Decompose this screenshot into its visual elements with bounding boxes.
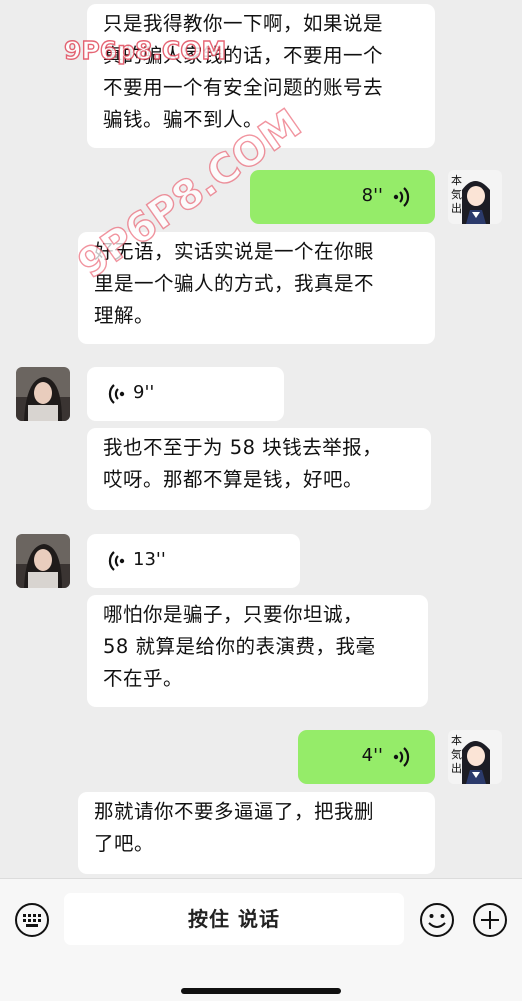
plus-icon[interactable] [472,902,508,938]
voice-duration: 13'' [133,549,166,570]
voice-wave-icon [108,551,125,571]
message-received-5[interactable]: 那就请你不要多逼逼了，把我删 了吧。 [78,792,435,874]
svg-text:出: 出 [451,201,462,215]
avatar-contact[interactable] [16,534,70,588]
avatar-contact[interactable] [16,367,70,421]
message-received-2[interactable]: 好无语，实话实说是一个在你眼 里是一个骗人的方式，我真是不 理解。 [78,232,435,344]
voice-message-received-2[interactable]: 13'' [87,534,300,588]
avatar-self[interactable]: 本 気 出 [448,170,502,224]
chat-input-bar: 按住 说话 [0,878,522,1001]
svg-text:気: 気 [451,187,462,201]
hold-to-talk-button[interactable]: 按住 说话 [64,893,404,945]
voice-message-sent-2[interactable]: 4'' [298,730,435,784]
keyboard-icon[interactable] [14,902,50,938]
svg-text:出: 出 [451,761,462,775]
voice-message-received-1[interactable]: 9'' [87,367,284,421]
home-indicator [181,988,341,994]
svg-text:気: 気 [451,747,462,761]
voice-message-sent-1[interactable]: 8'' [250,170,435,224]
svg-text:本: 本 [451,733,462,747]
voice-duration: 8'' [361,185,383,206]
voice-wave-icon [108,384,125,404]
message-received-1[interactable]: 只是我得教你一下啊，如果说是 真的骗人家钱的话，不要用一个 不要用一个有安全问题… [87,4,435,148]
message-received-3[interactable]: 我也不至于为 58 块钱去举报， 哎呀。那都不算是钱，好吧。 [87,428,431,510]
voice-wave-icon [393,747,410,767]
voice-duration: 9'' [133,382,155,403]
voice-wave-icon [393,187,410,207]
svg-text:本: 本 [451,173,462,187]
voice-duration: 4'' [361,745,383,766]
emoji-icon[interactable] [419,902,455,938]
message-received-4[interactable]: 哪怕你是骗子，只要你坦诚， 58 就算是给你的表演费，我毫 不在乎。 [87,595,428,707]
avatar-self[interactable]: 本 気 出 [448,730,502,784]
